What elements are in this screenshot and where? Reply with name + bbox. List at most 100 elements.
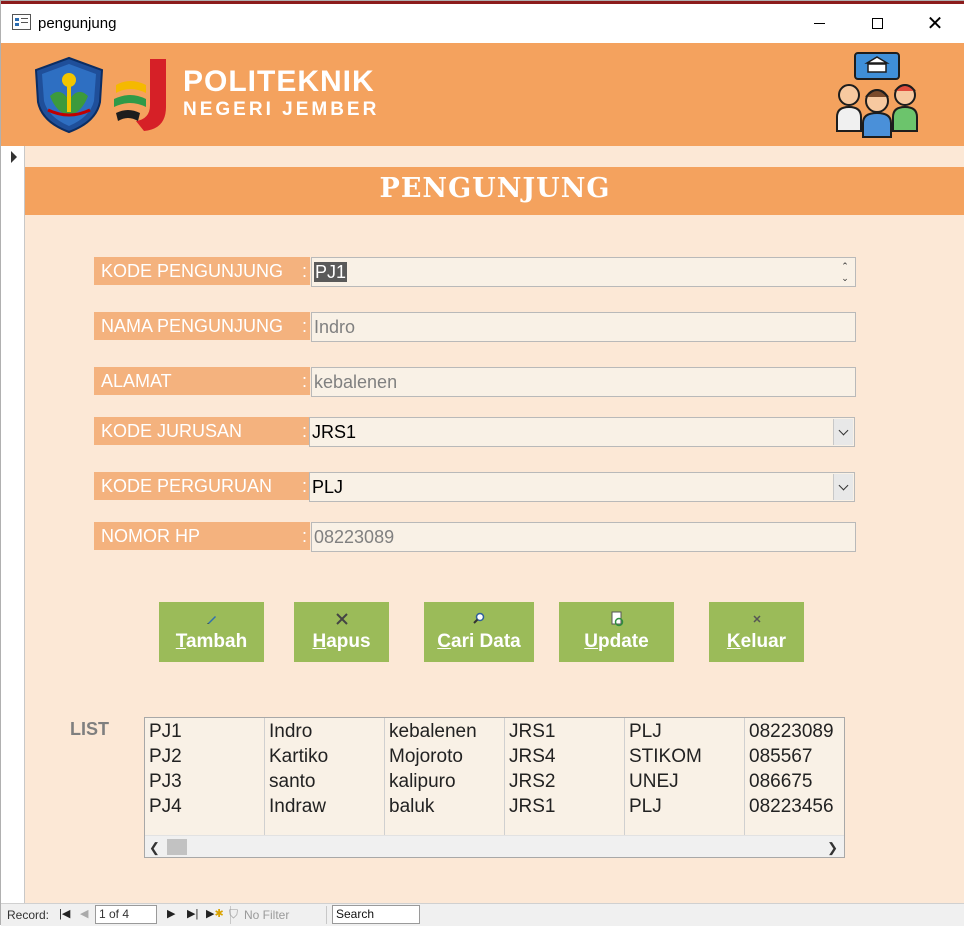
keluar-button[interactable]: Keluar bbox=[709, 602, 804, 662]
list-cell[interactable]: kebalenen bbox=[389, 721, 477, 743]
horizontal-scrollbar[interactable]: ❮ ❯ bbox=[145, 835, 844, 857]
record-selector-strip[interactable] bbox=[1, 146, 25, 903]
list-cell[interactable]: PJ3 bbox=[149, 771, 182, 793]
list-column: Indro Kartiko santo Indraw bbox=[265, 718, 385, 836]
list-cell[interactable]: Indraw bbox=[269, 796, 326, 818]
list-cell[interactable]: PJ1 bbox=[149, 721, 182, 743]
kode-perguruan-value: PLJ bbox=[312, 477, 344, 497]
record-selector-arrow-icon bbox=[11, 151, 17, 163]
list-cell[interactable]: Kartiko bbox=[269, 746, 328, 768]
filter-icon: ⛉ bbox=[229, 907, 239, 921]
cari-data-label: Cari Data bbox=[437, 631, 521, 652]
first-record-icon[interactable]: |◀ bbox=[59, 907, 70, 920]
record-position-field[interactable]: 1 of 4 bbox=[95, 905, 157, 924]
label-colon: : bbox=[301, 421, 307, 441]
close-window-button[interactable]: ✕ bbox=[906, 4, 964, 43]
label-text: KODE JURUSAN bbox=[101, 421, 243, 441]
search-input[interactable]: Search bbox=[332, 905, 420, 924]
maximize-icon bbox=[871, 18, 883, 29]
list-column: kebalenen Mojoroto kalipuro baluk bbox=[385, 718, 505, 836]
record-navigation-bar: Record: |◀ ◀ 1 of 4 ▶ ▶| ▶✱ ⛉ No Filter … bbox=[1, 903, 964, 926]
kode-jurusan-value: JRS1 bbox=[312, 422, 357, 442]
brand-name-line2: NEGERI JEMBER bbox=[183, 99, 380, 120]
list-cell[interactable]: PJ4 bbox=[149, 796, 182, 818]
polije-emblem-logo bbox=[34, 56, 104, 134]
scroll-left-icon[interactable]: ❮ bbox=[149, 840, 160, 856]
label-colon: : bbox=[301, 526, 307, 546]
pencil-icon bbox=[159, 612, 264, 626]
list-cell[interactable]: baluk bbox=[389, 796, 434, 818]
list-cell[interactable]: 086675 bbox=[749, 771, 812, 793]
keluar-label: Keluar bbox=[726, 631, 787, 652]
kode-pengunjung-input[interactable]: PJ1 ⌃ ⌄ bbox=[311, 257, 856, 287]
brand-name-line1: POLITEKNIK bbox=[183, 65, 375, 98]
label-colon: : bbox=[301, 476, 307, 496]
label-text: KODE PERGURUAN bbox=[101, 476, 273, 496]
kode-perguruan-combo[interactable]: PLJ bbox=[309, 472, 855, 502]
label-kode-pengunjung: KODE PENGUNJUNG : bbox=[94, 257, 310, 285]
alamat-input[interactable]: kebalenen bbox=[311, 367, 856, 397]
close-icon: ✕ bbox=[926, 12, 944, 35]
list-cell[interactable]: JRS1 bbox=[509, 796, 555, 818]
list-cell[interactable]: PLJ bbox=[629, 721, 662, 743]
visitor-listbox[interactable]: PJ1 PJ2 PJ3 PJ4 Indro Kartiko santo Indr… bbox=[144, 717, 845, 858]
label-nomor-hp: NOMOR HP : bbox=[94, 522, 310, 550]
list-label: LIST bbox=[70, 719, 109, 739]
magnifier-icon bbox=[424, 612, 534, 626]
list-cell[interactable]: 08223456 bbox=[749, 796, 834, 818]
scroll-right-icon[interactable]: ❯ bbox=[827, 840, 838, 856]
next-record-icon[interactable]: ▶ bbox=[167, 907, 175, 920]
cari-data-button[interactable]: Cari Data bbox=[424, 602, 534, 662]
list-cell[interactable]: UNEJ bbox=[629, 771, 679, 793]
title-bar: pengunjung ✕ bbox=[1, 4, 964, 43]
list-cell[interactable]: PJ2 bbox=[149, 746, 182, 768]
maximize-button[interactable] bbox=[848, 4, 906, 43]
label-kode-jurusan: KODE JURUSAN : bbox=[94, 417, 310, 445]
access-form-window: pengunjung ✕ POLITEKNIK NEGERI JEMBER PE… bbox=[0, 0, 964, 926]
new-record-icon[interactable]: ▶✱ bbox=[206, 907, 224, 920]
label-kode-perguruan: KODE PERGURUAN : bbox=[94, 472, 310, 500]
update-button[interactable]: Update bbox=[559, 602, 674, 662]
label-nama-pengunjung: NAMA PENGUNJUNG : bbox=[94, 312, 310, 340]
kode-jurusan-combo[interactable]: JRS1 bbox=[309, 417, 855, 447]
label-colon: : bbox=[301, 371, 307, 391]
list-cell[interactable]: Indro bbox=[269, 721, 312, 743]
nama-pengunjung-input[interactable]: Indro bbox=[311, 312, 856, 342]
form-title: PENGUNJUNG bbox=[379, 173, 611, 204]
list-cell[interactable]: Mojoroto bbox=[389, 746, 463, 768]
list-cell[interactable]: kalipuro bbox=[389, 771, 456, 793]
list-cell[interactable]: JRS4 bbox=[509, 746, 555, 768]
spinner-icon[interactable]: ⌃ ⌄ bbox=[839, 260, 851, 284]
filter-status[interactable]: No Filter bbox=[244, 908, 289, 922]
minimize-button[interactable] bbox=[790, 4, 848, 43]
list-cell[interactable]: santo bbox=[269, 771, 315, 793]
hapus-button[interactable]: Hapus bbox=[294, 602, 389, 662]
list-cell[interactable]: JRS1 bbox=[509, 721, 555, 743]
tambah-button[interactable]: Tambah bbox=[159, 602, 264, 662]
delete-x-icon bbox=[294, 612, 389, 626]
list-column: JRS1 JRS4 JRS2 JRS1 bbox=[505, 718, 625, 836]
list-cell[interactable]: PLJ bbox=[629, 796, 662, 818]
polije-j-logo bbox=[114, 59, 166, 131]
update-label: Update bbox=[584, 631, 649, 652]
separator bbox=[326, 906, 327, 924]
chevron-down-icon[interactable] bbox=[833, 419, 853, 445]
list-cell[interactable]: STIKOM bbox=[629, 746, 702, 768]
label-colon: : bbox=[301, 316, 307, 336]
previous-record-icon[interactable]: ◀ bbox=[80, 907, 88, 920]
last-record-icon[interactable]: ▶| bbox=[187, 907, 198, 920]
list-column: PJ1 PJ2 PJ3 PJ4 bbox=[145, 718, 265, 836]
label-colon: : bbox=[301, 261, 307, 281]
label-alamat: ALAMAT : bbox=[94, 367, 310, 395]
list-cell[interactable]: JRS2 bbox=[509, 771, 555, 793]
record-label: Record: bbox=[7, 908, 50, 922]
label-text: KODE PENGUNJUNG bbox=[101, 261, 284, 281]
list-cell[interactable]: 085567 bbox=[749, 746, 812, 768]
nomor-hp-input[interactable]: 08223089 bbox=[311, 522, 856, 552]
hapus-label: Hapus bbox=[312, 631, 371, 652]
label-text: ALAMAT bbox=[101, 371, 172, 391]
chevron-down-icon[interactable] bbox=[833, 474, 853, 500]
list-cell[interactable]: 08223089 bbox=[749, 721, 834, 743]
scrollbar-thumb[interactable] bbox=[167, 839, 187, 855]
list-column: PLJ STIKOM UNEJ PLJ bbox=[625, 718, 745, 836]
